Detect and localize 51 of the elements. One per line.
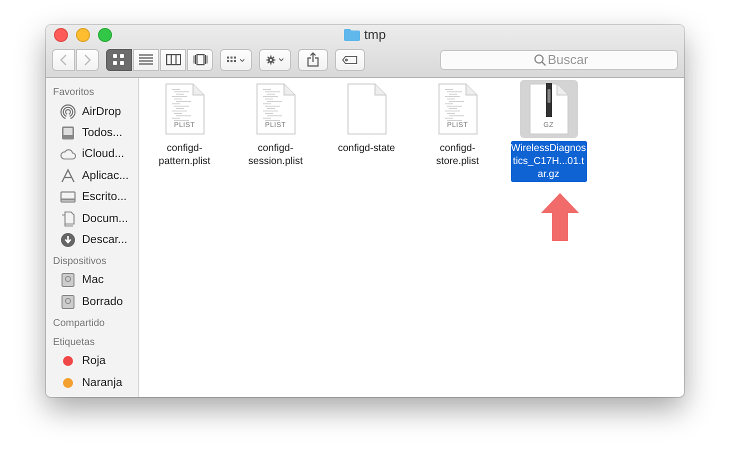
file-name[interactable]: configd-state	[338, 141, 396, 156]
section-header: Dispositivos	[52, 254, 108, 269]
sidebar-item[interactable]: Escrito...	[46, 186, 138, 208]
sidebar-item[interactable]: Docum...	[46, 208, 138, 230]
search-icon	[534, 54, 546, 66]
close-button[interactable]	[54, 28, 68, 42]
sidebar-item[interactable]: Borrado	[46, 291, 138, 313]
tag-button[interactable]	[335, 48, 365, 70]
arrange-button[interactable]	[220, 48, 252, 70]
section-header: Favoritos	[52, 86, 96, 100]
chevron-right-icon	[83, 54, 92, 66]
a-letter-icon	[60, 168, 76, 184]
view-icons-button[interactable]	[106, 48, 132, 70]
view-list-button[interactable]	[133, 48, 159, 70]
zoom-button[interactable]	[98, 28, 112, 42]
tag-icon	[342, 54, 358, 64]
cloud-icon	[60, 146, 76, 162]
file-name[interactable]: configd-store.plist	[420, 141, 496, 169]
window-title: tmp	[364, 27, 386, 42]
search-field[interactable]: Buscar	[440, 50, 678, 70]
action-button[interactable]	[259, 48, 291, 70]
gear-icon	[266, 52, 284, 66]
sidebar-item[interactable]: Roja	[46, 350, 138, 372]
sidebar-item[interactable]: Mac	[46, 270, 138, 292]
folder-icon	[344, 28, 360, 40]
sidebar-item[interactable]: AirDrop	[46, 101, 138, 122]
grid-icon	[112, 53, 126, 66]
file-name[interactable]: configd-session.plist	[238, 141, 314, 169]
view-columns-button[interactable]	[160, 48, 186, 70]
file-name[interactable]: configd-pattern.plist	[146, 141, 222, 169]
file-name[interactable]: WirelessDiagnostics_C17H...01.tar.gz	[510, 141, 586, 182]
list-icon	[138, 53, 154, 66]
sidebar-item[interactable]: Naranja	[46, 372, 138, 394]
radar-icon	[60, 104, 76, 120]
download-icon	[60, 232, 76, 248]
share-icon	[307, 52, 319, 67]
section-header: Etiquetas	[52, 336, 96, 350]
desktop-icon	[60, 189, 76, 206]
cover-flow-icon	[192, 53, 208, 66]
sidebar-item[interactable]: Aplicac...	[46, 165, 138, 187]
view-coverflow-button[interactable]	[187, 48, 213, 70]
sidebar-item[interactable]: Descar...	[46, 229, 138, 251]
columns-icon	[166, 53, 180, 66]
arrow-icon	[541, 193, 579, 241]
documents-icon	[60, 210, 76, 227]
chevron-left-icon	[59, 54, 68, 66]
share-button[interactable]	[298, 48, 328, 70]
drawer-icon	[60, 125, 76, 142]
section-header: Compartido	[52, 316, 106, 331]
sidebar-item[interactable]: Todos...	[46, 122, 138, 144]
sidebar-item[interactable]: iCloud...	[46, 144, 138, 166]
